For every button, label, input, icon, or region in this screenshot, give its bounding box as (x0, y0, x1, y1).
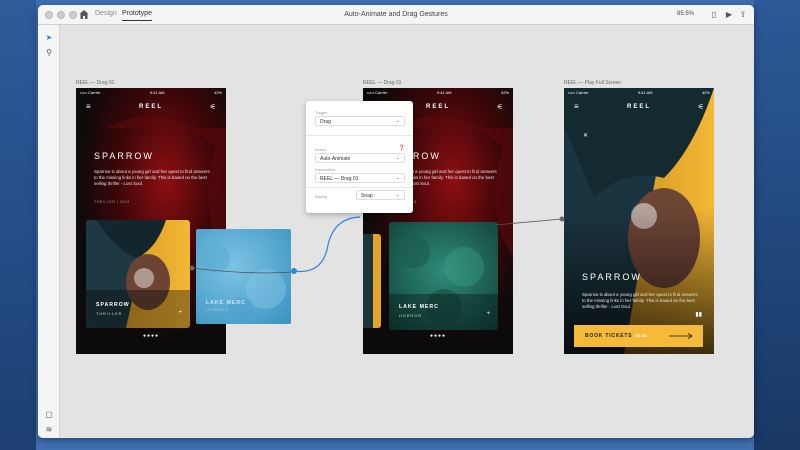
chevron-down-icon: ⌄ (395, 192, 400, 198)
play-icon[interactable]: ▶ (724, 10, 734, 20)
hero-tag: THRILLER | 2018 (94, 200, 130, 204)
interaction-panel: Trigger Drag ⌄ Action ❓ Auto-Animate ⌄ D… (306, 101, 413, 213)
movie-card-lake-merc[interactable]: LAKE MERC HORROR + (389, 222, 498, 330)
book-tickets-label: BOOK TICKETS (585, 333, 633, 339)
movie-card-sparrow[interactable]: SPARROW THRILLER + (86, 220, 190, 328)
pagination-dots: ●●●● (429, 333, 447, 339)
close-icon[interactable]: ✕ (583, 132, 588, 139)
artboard-label[interactable]: REEL — Drag 01 (76, 80, 114, 86)
help-icon[interactable]: ❓ (399, 145, 405, 151)
divider (306, 187, 413, 188)
destination-value: REEL — Drag 01 (320, 176, 359, 182)
artboard-label[interactable]: REEL — Play Full Screen (564, 80, 621, 86)
card-title: LAKE MERC (399, 304, 439, 310)
status-bar: ••••• Carrier 9:41 AM 42% (568, 90, 710, 95)
action-select[interactable]: Auto-Animate ⌄ (315, 153, 405, 163)
battery-text: 42% (213, 90, 222, 95)
status-time: 9:41 AM (637, 90, 653, 95)
hero-title: SPARROW (94, 151, 154, 161)
carrier-text: ••••• Carrier (568, 90, 589, 95)
battery-text: 42% (500, 90, 509, 95)
filter-icon[interactable]: ⚟ (497, 103, 503, 111)
desktop-background-left (0, 0, 36, 450)
battery-text: 42% (701, 90, 710, 95)
easing-label: Easing (315, 194, 328, 199)
carrier-text: ••••• Carrier (367, 90, 388, 95)
showtime-text: 04:45 (635, 333, 647, 338)
card-title: SPARROW (96, 302, 130, 308)
chevron-down-icon: ⌄ (395, 155, 400, 161)
document-title: Auto-Animate and Drag Gestures (344, 11, 448, 18)
chevron-down-icon: ⌄ (395, 175, 400, 181)
status-time: 9:41 AM (436, 90, 452, 95)
assets-icon[interactable]: ▢ (44, 410, 54, 420)
wire-start-node[interactable] (291, 268, 297, 274)
divider (306, 135, 413, 136)
layers-icon[interactable]: ≋ (44, 425, 54, 435)
card-genre: THRILLER (96, 312, 123, 316)
portrait-image (363, 234, 381, 328)
carrier-text: ••••• Carrier (80, 90, 101, 95)
status-bar: ••••• Carrier 9:41 AM 42% (80, 90, 222, 95)
app-window: Design Prototype Auto-Animate and Drag G… (38, 5, 754, 438)
status-time: 9:41 AM (149, 90, 165, 95)
destination-label: Destination (315, 167, 336, 172)
card-genre: HORROR (206, 308, 229, 312)
wire-blue (293, 216, 361, 273)
app-title: REEL (138, 104, 163, 110)
chevron-down-icon: ⌄ (395, 118, 400, 124)
trigger-value: Drag (320, 119, 331, 125)
trigger-select[interactable]: Drag ⌄ (315, 116, 405, 126)
left-toolbar: ➤ ⚲ ▢ ≋ (38, 25, 60, 438)
pagination-dots: ●●●● (142, 333, 160, 339)
easing-select[interactable]: Snap ⌄ (356, 190, 405, 200)
trigger-label: Trigger (315, 110, 328, 115)
action-label: Action (315, 147, 327, 152)
action-value: Auto-Animate (320, 156, 351, 162)
share-icon[interactable]: ⇪ (738, 10, 748, 20)
add-icon[interactable]: + (178, 310, 182, 316)
select-tool-icon[interactable]: ➤ (44, 33, 54, 43)
destination-select[interactable]: REEL — Drag 01 ⌄ (315, 173, 405, 183)
card-genre: HORROR (399, 314, 422, 318)
arrow-right-icon (669, 333, 693, 339)
card-title: LAKE MERC (206, 300, 246, 306)
hero-description: Sparrow is about a young girl and her qu… (582, 292, 698, 309)
app-title: REEL (626, 104, 651, 110)
artboard-play-full-screen[interactable]: ••••• Carrier 9:41 AM 42% ≡ REEL ⚟ ✕ SPA… (564, 88, 714, 354)
movie-card-sparrow-partial[interactable] (363, 234, 381, 328)
easing-value: Snap (361, 193, 373, 199)
zoom-tool-icon[interactable]: ⚲ (44, 48, 54, 58)
desktop-background-right (754, 0, 800, 450)
device-preview-icon[interactable]: ▯ (709, 10, 719, 20)
zoom-level[interactable]: 85.5% (677, 11, 694, 17)
hero-description: Sparrow is about a young girl and her qu… (94, 169, 210, 186)
dragged-card-lake-merc[interactable]: LAKE MERC HORROR (196, 229, 291, 324)
title-bar: Design Prototype Auto-Animate and Drag G… (38, 5, 754, 25)
hero-title: SPARROW (582, 272, 642, 282)
book-tickets-button[interactable]: BOOK TICKETS 04:45 (574, 325, 703, 347)
stats-icon[interactable]: ▮▮ (695, 311, 702, 318)
status-bar: ••••• Carrier 9:41 AM 42% (367, 90, 509, 95)
filter-icon[interactable]: ⚟ (698, 103, 704, 111)
add-icon[interactable]: + (486, 311, 490, 317)
full-portrait-image (564, 88, 714, 354)
artboard-label[interactable]: REEL — Drag 01 (363, 80, 401, 86)
filter-icon[interactable]: ⚟ (210, 103, 216, 111)
